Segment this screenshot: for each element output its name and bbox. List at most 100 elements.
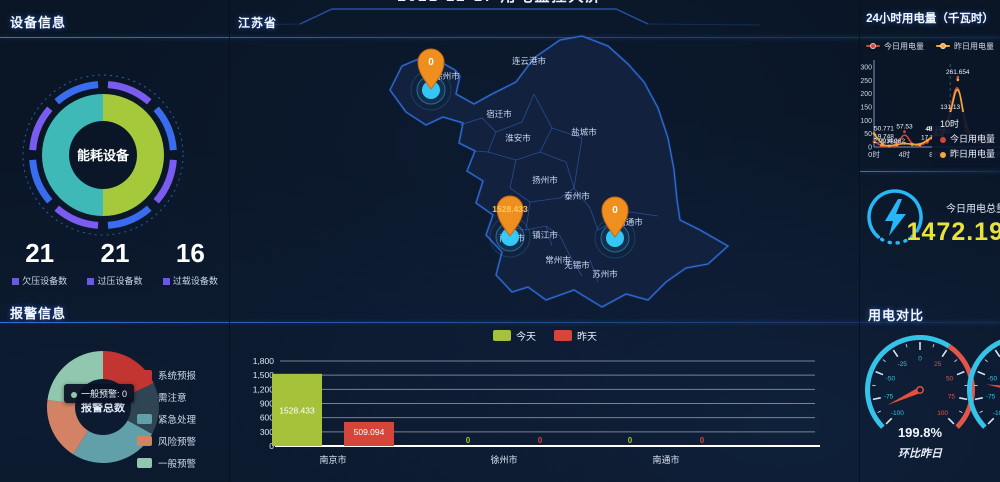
svg-text:50.771: 50.771 (874, 126, 894, 133)
legend-chip-icon (137, 458, 152, 468)
legend-label: 需注意 (158, 390, 187, 404)
stat-label: 欠压设备数 (22, 276, 67, 286)
svg-text:南京市: 南京市 (319, 454, 346, 465)
svg-text:0时: 0时 (868, 149, 880, 159)
map-city-label: 镇江市 (532, 230, 558, 240)
svg-text:25: 25 (934, 361, 942, 368)
tooltip-dot-icon (940, 137, 946, 143)
svg-text:-75: -75 (884, 394, 894, 401)
svg-text:-100: -100 (993, 410, 1000, 417)
svg-text:1,500: 1,500 (253, 370, 275, 380)
stat-undervoltage: 21 欠压设备数 (2, 238, 77, 287)
map-city-label: 淮安市 (505, 133, 531, 143)
tooltip-row-label: 昨日用电量 (950, 149, 995, 159)
svg-text:250: 250 (860, 78, 872, 85)
tooltip-row: 今日用电量 (940, 132, 1000, 147)
legend-line-marker-icon (936, 45, 950, 47)
power-panel-divider (860, 171, 1000, 172)
alarm-tooltip: 一般预警: 0 (64, 384, 134, 403)
alarm-legend-item[interactable]: 一般预警 (137, 452, 196, 474)
svg-text:50: 50 (864, 131, 872, 138)
svg-text:能耗设备: 能耗设备 (77, 148, 130, 163)
map-city-label: 扬州市 (532, 175, 558, 185)
legend-label: 昨日用电量 (954, 41, 994, 52)
legend-chip-icon (137, 436, 152, 446)
line-legend-item[interactable]: 昨日用电量 (936, 41, 994, 52)
tooltip-dot-icon (71, 392, 77, 398)
svg-text:0: 0 (466, 436, 471, 445)
svg-text:0: 0 (700, 436, 705, 445)
svg-text:100: 100 (937, 410, 948, 417)
bullet-icon (163, 278, 170, 285)
svg-text:0: 0 (538, 436, 543, 445)
alarm-tooltip-text: 一般预警: 0 (81, 389, 127, 399)
legend-chip-icon (137, 414, 152, 424)
power-total-label: 今日用电总量 (922, 200, 1000, 215)
svg-text:261.654: 261.654 (946, 69, 970, 76)
svg-text:100: 100 (860, 118, 872, 125)
stat-value: 21 (2, 238, 77, 268)
stat-value: 16 (153, 238, 228, 268)
svg-text:4时: 4时 (899, 149, 911, 159)
gauge-label: 环比昨日 (880, 445, 960, 461)
svg-text:200: 200 (860, 91, 872, 98)
map-city-label: 苏州市 (592, 269, 618, 279)
device-panel-title: 设备信息 (10, 12, 66, 31)
svg-text:50: 50 (946, 375, 954, 382)
bullet-icon (12, 278, 19, 285)
city-consumption-bar-chart[interactable]: 03006009001,2001,5001,8001528.43300509.0… (230, 322, 860, 482)
svg-text:徐州市: 徐州市 (490, 454, 517, 465)
jiangsu-map[interactable]: 连云港市徐州市宿迁市淮安市盐城市扬州市泰州市南京市镇江市南通市常州市无锡市苏州市… (230, 30, 860, 325)
map-city-label: 无锡市 (564, 260, 590, 270)
alarm-legend-item[interactable]: 紧急处理 (137, 408, 196, 430)
svg-text:南通市: 南通市 (652, 454, 679, 465)
svg-text:0: 0 (612, 205, 618, 216)
line-legend-item[interactable]: 今日用电量 (866, 41, 924, 52)
stat-label: 过载设备数 (173, 276, 218, 286)
tooltip-time: 10时 (940, 117, 1000, 132)
svg-text:1528.433: 1528.433 (492, 204, 528, 214)
power-total-value: 1472.19 (904, 218, 1000, 247)
map-city-label: 连云港市 (512, 56, 547, 66)
alarm-legend-item[interactable]: 需注意 (137, 386, 196, 408)
stat-label: 过压设备数 (97, 276, 142, 286)
svg-text:-75: -75 (986, 394, 996, 401)
svg-text:1,800: 1,800 (253, 356, 275, 366)
bullet-icon (87, 278, 94, 285)
legend-chip-icon (137, 392, 152, 402)
tooltip-row-label: 今日用电量 (950, 134, 995, 144)
alarm-legend[interactable]: 系统预报需注意紧急处理风险预警一般预警 (137, 364, 196, 474)
alarm-panel-title: 报警信息 (10, 303, 66, 322)
tooltip-dot-icon (940, 152, 946, 158)
page-title: 2021-12-17 用电监控大屏 (330, 0, 670, 8)
line-chart-tooltip: 10时 今日用电量昨日用电量 (932, 112, 1000, 167)
dashboard-root: 2021-12-17 用电监控大屏 设备信息 能耗设备 21 欠压设备数 21 … (0, 0, 1000, 482)
tooltip-row: 昨日用电量 (940, 147, 1000, 162)
legend-label: 一般预警 (158, 456, 196, 470)
device-stats: 21 欠压设备数 21 过压设备数 16 过载设备数 (2, 238, 228, 287)
svg-text:0: 0 (628, 436, 633, 445)
svg-text:-25: -25 (898, 361, 908, 368)
legend-label: 风险预警 (158, 434, 196, 448)
svg-text:-100: -100 (891, 410, 904, 417)
svg-text:150: 150 (860, 105, 872, 112)
alarm-legend-item[interactable]: 系统预报 (137, 364, 196, 386)
map-city-label: 泰州市 (564, 191, 590, 201)
svg-text:300: 300 (860, 65, 872, 72)
legend-label: 今日用电量 (884, 41, 924, 52)
device-donut-chart[interactable]: 能耗设备 (0, 52, 230, 242)
stat-overvoltage: 21 过压设备数 (77, 238, 152, 287)
alarm-legend-item[interactable]: 风险预警 (137, 430, 196, 452)
legend-chip-icon (137, 370, 152, 380)
line-panel-title: 24小时用电量（千瓦时） (860, 10, 1000, 26)
legend-line-marker-icon (866, 45, 880, 47)
svg-text:0: 0 (428, 57, 434, 68)
svg-text:75: 75 (948, 394, 956, 401)
svg-text:509.094: 509.094 (354, 427, 385, 437)
svg-text:57.53: 57.53 (896, 124, 913, 131)
svg-text:-50: -50 (988, 375, 998, 382)
legend-label: 系统预报 (158, 368, 196, 382)
gauge-value: 199.8% (880, 425, 960, 440)
svg-text:-50: -50 (886, 375, 896, 382)
stat-value: 21 (77, 238, 152, 268)
